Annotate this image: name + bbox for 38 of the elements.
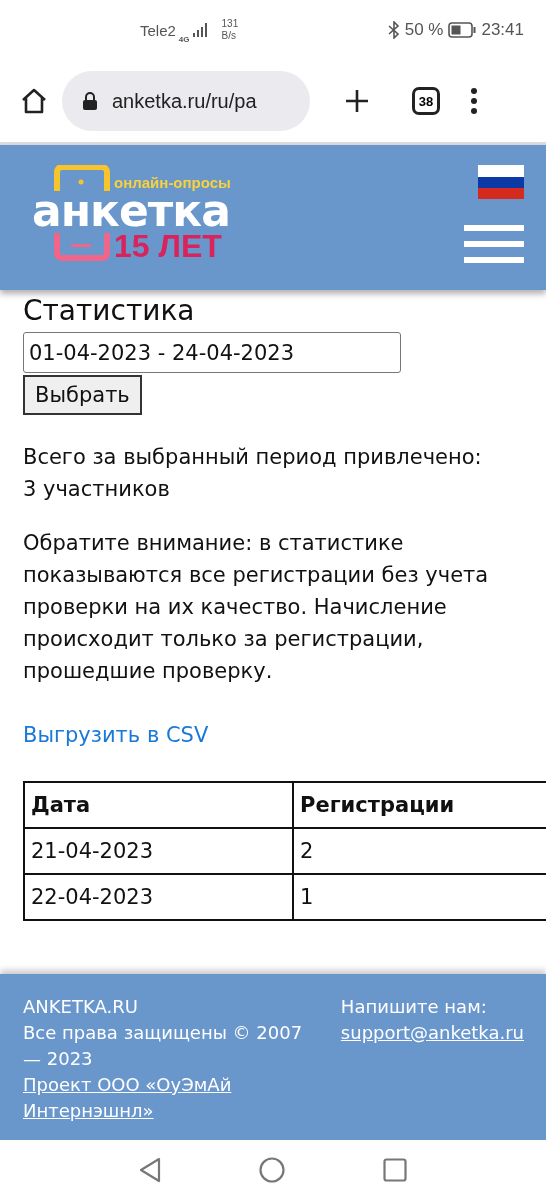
logo-years: 15 ЛЕТ xyxy=(114,231,223,261)
date-range-field[interactable]: 01-04-2023 - 24-04-2023 xyxy=(23,332,401,373)
menu-icon[interactable] xyxy=(464,225,524,263)
total-label: Всего за выбранный период привлечено: xyxy=(23,445,482,469)
carrier-name: Tele2 xyxy=(140,21,176,39)
table-cell: 21-04-2023 xyxy=(24,828,293,874)
more-menu-icon[interactable] xyxy=(470,88,478,114)
column-header: Дата xyxy=(24,782,293,828)
back-icon[interactable] xyxy=(139,1157,161,1183)
url-text: anketka.ru/ru/pa xyxy=(112,89,257,113)
signal-icon xyxy=(192,23,209,37)
contact-label: Напишите нам: xyxy=(340,995,488,1019)
participant-count: 3 участников xyxy=(23,477,170,501)
copyright-text: Все права защищены © 2007 — 2023 xyxy=(23,1021,304,1071)
russian-flag-icon[interactable] xyxy=(478,165,524,199)
site-name: ANKETKA.RU xyxy=(23,995,139,1019)
address-bar[interactable]: anketka.ru/ru/pa xyxy=(62,71,310,131)
home-icon[interactable] xyxy=(20,87,48,115)
export-csv-link[interactable]: Выгрузить в CSV xyxy=(23,723,209,747)
select-button[interactable]: Выбрать xyxy=(23,375,142,415)
bag-top-icon xyxy=(54,165,110,191)
logo-tagline: онлайн-опросы xyxy=(114,174,231,191)
clock: 23:41 xyxy=(481,20,524,40)
new-tab-icon[interactable] xyxy=(344,88,370,114)
bluetooth-icon xyxy=(387,21,400,39)
battery-icon xyxy=(448,22,477,38)
recents-icon[interactable] xyxy=(383,1158,407,1182)
lock-icon xyxy=(82,91,98,111)
bag-bottom-icon xyxy=(54,233,110,261)
page-heading: Статистика xyxy=(23,294,196,328)
speed-unit: B/s xyxy=(221,30,237,42)
network-type: 4G xyxy=(178,34,190,44)
tab-count-button[interactable]: 38 xyxy=(412,87,440,115)
battery-percent: 50 % xyxy=(404,20,444,40)
network-speed: 131 xyxy=(221,18,239,30)
notice-text: Обратите внимание: в статистике показываются все регистрации без учета проверки на их качество. Начисление происходит только за регистрации, прошедшие проверку. xyxy=(23,530,490,685)
table-cell: 22-04-2023 xyxy=(24,874,293,920)
column-header: Регистрации xyxy=(293,782,546,828)
